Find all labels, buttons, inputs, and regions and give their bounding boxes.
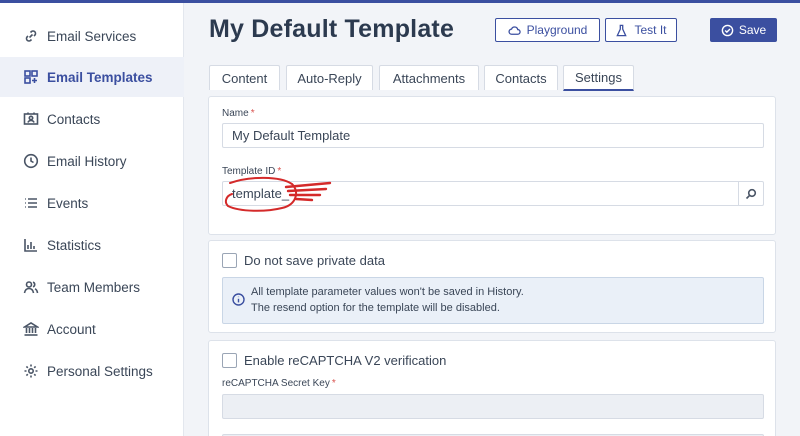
recaptcha-card: Enable reCAPTCHA V2 verification reCAPTC… — [208, 340, 776, 436]
tab-label: Attachments — [392, 70, 466, 86]
page-title: My Default Template — [209, 15, 455, 43]
template-id-label: Template ID * — [222, 166, 282, 177]
recaptcha-checkbox[interactable] — [222, 353, 237, 368]
bar-chart-icon — [22, 236, 40, 254]
info-icon — [232, 293, 245, 306]
save-button[interactable]: Save — [710, 18, 777, 42]
template-id-search-button[interactable] — [738, 182, 763, 205]
clock-icon — [22, 152, 40, 170]
template-id-input[interactable]: template_ — [222, 181, 764, 206]
name-input-value: My Default Template — [232, 128, 351, 143]
recaptcha-label: Enable reCAPTCHA V2 verification — [244, 353, 447, 368]
tab-attachments[interactable]: Attachments — [379, 65, 479, 90]
tab-label: Contacts — [495, 70, 547, 86]
sidebar-item-label: Statistics — [47, 237, 102, 253]
search-icon — [745, 188, 757, 199]
private-data-info-box: All template parameter values won't be s… — [222, 277, 764, 324]
sidebar-item-personal-settings[interactable]: Personal Settings — [0, 351, 184, 391]
sidebar-item-account[interactable]: Account — [0, 309, 184, 349]
main-content: My Default Template Playground Test It S… — [185, 3, 800, 436]
recaptcha-secret-key-label: reCAPTCHA Secret Key * — [222, 378, 336, 389]
sidebar-item-label: Email History — [47, 153, 127, 169]
tab-label: Settings — [575, 70, 622, 85]
check-circle-icon — [721, 24, 734, 36]
tab-auto-reply[interactable]: Auto-Reply — [286, 65, 373, 90]
list-icon — [22, 194, 40, 212]
templates-icon — [22, 68, 40, 86]
tab-settings[interactable]: Settings — [563, 65, 634, 91]
private-data-card: Do not save private data All template pa… — [208, 240, 776, 333]
name-input[interactable]: My Default Template — [222, 123, 764, 148]
sidebar-item-label: Account — [47, 321, 96, 337]
sidebar-item-team-members[interactable]: Team Members — [0, 267, 184, 307]
sidebar-item-label: Email Templates — [47, 69, 153, 85]
info-text-line-2: The resend option for the template will … — [251, 302, 500, 314]
sidebar-item-label: Contacts — [47, 111, 101, 127]
sidebar-item-label: Events — [47, 195, 89, 211]
sidebar: Email Services Email Templates Contacts … — [0, 3, 184, 436]
save-button-label: Save — [738, 23, 767, 37]
bank-icon — [22, 320, 40, 338]
contact-card-icon — [22, 110, 40, 128]
sidebar-item-email-history[interactable]: Email History — [0, 141, 184, 181]
tab-label: Auto-Reply — [297, 70, 362, 86]
private-data-checkbox[interactable] — [222, 253, 237, 268]
test-it-button-label: Test It — [634, 23, 667, 37]
users-icon — [22, 278, 40, 296]
tab-label: Content — [221, 70, 268, 86]
test-it-button[interactable]: Test It — [605, 18, 677, 42]
sidebar-item-email-services[interactable]: Email Services — [0, 16, 184, 56]
sidebar-item-statistics[interactable]: Statistics — [0, 225, 184, 265]
private-data-label: Do not save private data — [244, 253, 385, 268]
recaptcha-secret-key-input[interactable] — [222, 394, 764, 419]
sidebar-item-email-templates[interactable]: Email Templates — [0, 57, 184, 97]
info-text-line-1: All template parameter values won't be s… — [251, 286, 524, 298]
gear-icon — [22, 362, 40, 380]
link-icon — [22, 27, 40, 45]
name-label: Name * — [222, 108, 255, 119]
sidebar-item-label: Team Members — [47, 279, 141, 295]
tab-contacts[interactable]: Contacts — [484, 65, 558, 90]
template-id-input-value: template_ — [232, 186, 290, 201]
sidebar-item-events[interactable]: Events — [0, 183, 184, 223]
playground-button-label: Playground — [526, 23, 588, 37]
playground-button[interactable]: Playground — [495, 18, 600, 42]
sidebar-item-label: Email Services — [47, 28, 137, 44]
template-identity-card: Name * My Default Template Template ID * t… — [208, 96, 776, 235]
flask-icon — [616, 24, 628, 36]
sidebar-item-contacts[interactable]: Contacts — [0, 99, 184, 139]
sidebar-item-label: Personal Settings — [47, 363, 153, 379]
tab-content[interactable]: Content — [209, 65, 280, 90]
cloud-icon — [508, 25, 521, 35]
